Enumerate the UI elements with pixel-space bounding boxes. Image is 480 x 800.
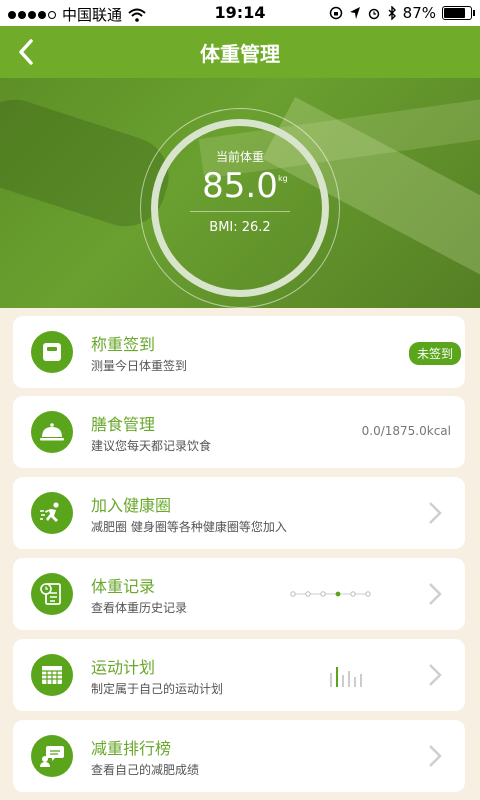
status-bar: 中国联通 19:14 87% [0, 0, 480, 26]
weight-trend-sparkline-icon [290, 591, 371, 597]
card-weight-record[interactable]: 体重记录 查看体重历史记录 [13, 558, 465, 630]
calendar-icon [31, 654, 73, 696]
chevron-right-icon [429, 745, 442, 767]
weight-unit: kg [278, 174, 288, 183]
exercise-bars-icon [330, 667, 362, 687]
battery-percent: 87% [402, 4, 436, 22]
card-subtitle: 测量今日体重签到 [91, 359, 188, 373]
card-subtitle: 查看自己的减肥成绩 [91, 763, 200, 777]
status-right: 87% [329, 4, 475, 22]
card-subtitle: 查看体重历史记录 [91, 601, 188, 615]
bluetooth-icon [388, 6, 396, 20]
card-title: 加入健康圈 [91, 496, 172, 515]
runner-icon [31, 492, 73, 534]
page-title: 体重管理 [200, 42, 280, 66]
card-title: 体重记录 [91, 577, 156, 596]
current-weight-value: 85.0 [202, 166, 278, 206]
card-exercise-plan[interactable]: 运动计划 制定属于自己的运动计划 [13, 639, 465, 711]
card-title: 减重排行榜 [91, 739, 172, 758]
checkin-status-badge[interactable]: 未签到 [408, 342, 461, 365]
current-weight-label: 当前体重 [215, 150, 264, 164]
card-weight-loss-ranking[interactable]: 减重排行榜 查看自己的减肥成绩 [13, 720, 465, 792]
chevron-right-icon [429, 664, 442, 686]
alarm-icon [368, 8, 379, 20]
card-subtitle: 减肥圈 健身圈等各种健康圈等您加入 [91, 520, 287, 534]
battery-icon [442, 6, 475, 20]
card-title: 称重签到 [91, 335, 156, 354]
calorie-progress: 0.0/1875.0kcal [361, 424, 451, 438]
chat-bubble-person-icon [31, 735, 73, 777]
orientation-lock-icon [329, 6, 342, 20]
cloche-icon [31, 411, 73, 453]
chevron-right-icon [429, 502, 442, 524]
scale-icon [31, 331, 73, 373]
bmi-value: BMI: 26.2 [209, 220, 271, 235]
clipboard-clock-icon [31, 573, 73, 615]
card-subtitle: 制定属于自己的运动计划 [91, 682, 224, 696]
weight-hero: 当前体重 85.0 kg BMI: 26.2 [0, 78, 480, 308]
chevron-right-icon [429, 583, 442, 605]
nav-bar: 体重管理 [0, 26, 480, 78]
card-subtitle: 建议您每天都记录饮食 [91, 439, 212, 453]
card-weigh-checkin[interactable]: 称重签到 测量今日体重签到 未签到 [13, 316, 465, 388]
weight-ring [151, 119, 329, 297]
card-title: 运动计划 [91, 658, 156, 677]
hero-divider [190, 211, 290, 212]
card-title: 膳食管理 [91, 415, 156, 434]
location-arrow-icon [349, 7, 360, 19]
card-diet-management[interactable]: 膳食管理 建议您每天都记录饮食 0.0/1875.0kcal [13, 396, 465, 468]
card-join-health-circle[interactable]: 加入健康圈 减肥圈 健身圈等各种健康圈等您加入 [13, 477, 465, 549]
